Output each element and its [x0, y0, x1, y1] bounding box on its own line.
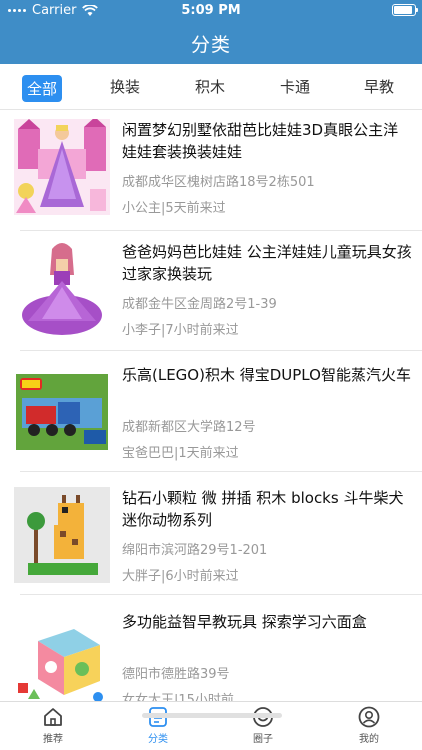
product-thumbnail — [14, 611, 110, 701]
header-bar: Carrier 5:09 PM 分类 — [0, 0, 422, 64]
home-indicator — [142, 713, 282, 718]
tabbar-item-circle[interactable]: 圈子 — [233, 706, 293, 745]
product-title: 闲置梦幻别墅依甜芭比娃娃3D真眼公主洋娃娃套装换装娃娃 — [122, 121, 399, 161]
divider — [20, 471, 422, 472]
product-thumbnail — [14, 119, 110, 215]
list-item[interactable]: 多功能益智早教玩具 探索学习六面盒 德阳市德胜路39号 女女大王|15小时前 — [0, 603, 422, 701]
list-item[interactable]: 乐高(LEGO)积木 得宝DUPLO智能蒸汽火车 成都新都区大学路12号 宝爸巴… — [0, 356, 422, 476]
tabbar-item-category[interactable]: 分类 — [128, 706, 188, 745]
tab-all[interactable]: 全部 — [22, 75, 63, 102]
product-thumbnail — [14, 241, 110, 337]
tabbar-label: 分类 — [148, 734, 168, 745]
tab-cartoon[interactable]: 卡通 — [280, 76, 310, 97]
product-address: 德阳市德胜路39号 — [122, 667, 230, 682]
user-icon — [358, 706, 380, 728]
bottom-tab-bar: 推荐 分类 圈子 我的 — [0, 701, 422, 750]
list-item[interactable]: 闲置梦幻别墅依甜芭比娃娃3D真眼公主洋娃娃套装换装娃娃 成都成华区槐树店路18号… — [0, 111, 422, 231]
tabbar-item-mine[interactable]: 我的 — [339, 706, 399, 745]
product-address: 成都金牛区金周路2号1-39 — [122, 297, 277, 312]
product-user-time: 宝爸巴巴|1天前来过 — [122, 446, 239, 461]
product-thumbnail — [14, 487, 110, 583]
list-item[interactable]: 钻石小颗粒 微 拼插 积木 blocks 斗牛柴犬迷你动物系列 绵阳市滨河路29… — [0, 479, 422, 599]
tabbar-label: 圈子 — [253, 734, 273, 745]
tab-blocks[interactable]: 积木 — [195, 76, 225, 97]
status-bar: Carrier 5:09 PM — [0, 0, 422, 22]
product-title: 多功能益智早教玩具 探索学习六面盒 — [122, 613, 367, 631]
divider — [20, 350, 422, 351]
product-thumbnail — [14, 364, 110, 460]
tabbar-label: 推荐 — [43, 734, 63, 745]
tabbar-label: 我的 — [359, 734, 379, 745]
product-address: 成都新都区大学路12号 — [122, 420, 256, 435]
tab-dress-up[interactable]: 换装 — [110, 76, 140, 97]
product-address: 成都成华区槐树店路18号2栋501 — [122, 175, 315, 190]
product-title: 钻石小颗粒 微 拼插 积木 blocks 斗牛柴犬迷你动物系列 — [122, 489, 404, 529]
home-icon — [44, 708, 62, 726]
tab-early-education[interactable]: 早教 — [364, 76, 394, 97]
product-title: 乐高(LEGO)积木 得宝DUPLO智能蒸汽火车 — [122, 366, 411, 384]
category-tabs: 全部 换装 积木 卡通 早教 — [0, 64, 422, 110]
product-user-time: 大胖子|6小时前来过 — [122, 569, 239, 584]
product-address: 绵阳市滨河路29号1-201 — [122, 543, 268, 558]
battery-icon — [392, 4, 418, 16]
product-user-time: 女女大王|15小时前 — [122, 693, 234, 701]
product-title: 爸爸妈妈芭比娃娃 公主洋娃娃儿童玩具女孩过家家换装玩 — [122, 243, 412, 283]
product-list: 闲置梦幻别墅依甜芭比娃娃3D真眼公主洋娃娃套装换装娃娃 成都成华区槐树店路18号… — [0, 111, 422, 701]
tabbar-item-recommend[interactable]: 推荐 — [23, 706, 83, 745]
page-title: 分类 — [190, 34, 231, 56]
divider — [20, 594, 422, 595]
divider — [20, 230, 422, 231]
list-item[interactable]: 爸爸妈妈芭比娃娃 公主洋娃娃儿童玩具女孩过家家换装玩 成都金牛区金周路2号1-3… — [0, 233, 422, 353]
status-time: 5:09 PM — [181, 3, 241, 18]
product-user-time: 小李子|7小时前来过 — [122, 323, 239, 338]
product-user-time: 小公主|5天前来过 — [122, 201, 226, 216]
